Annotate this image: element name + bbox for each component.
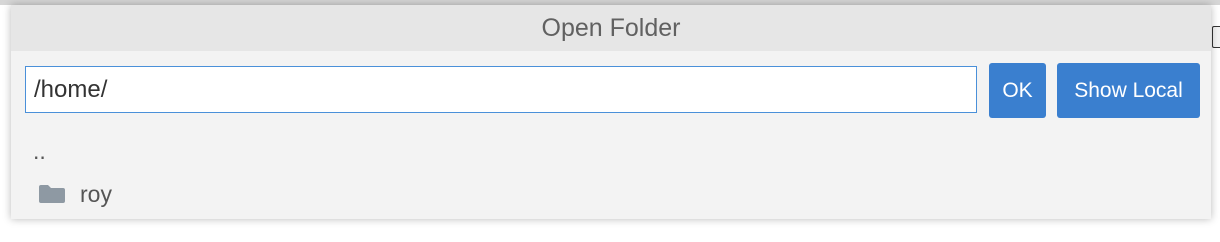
ok-button[interactable]: OK (989, 63, 1046, 118)
folder-path-input[interactable] (25, 66, 977, 113)
folder-icon (39, 185, 65, 203)
list-item-parent-directory[interactable]: .. (11, 136, 1211, 174)
list-item-roy[interactable]: roy (11, 175, 1211, 213)
show-local-button[interactable]: Show Local (1057, 63, 1200, 118)
dialog-title: Open Folder (11, 5, 1211, 51)
list-item-label: roy (80, 181, 112, 207)
background-window-edge (1212, 26, 1220, 48)
list-item-label: .. (33, 138, 46, 164)
open-folder-dialog: Open Folder OK Show Local .. roy (11, 5, 1211, 219)
